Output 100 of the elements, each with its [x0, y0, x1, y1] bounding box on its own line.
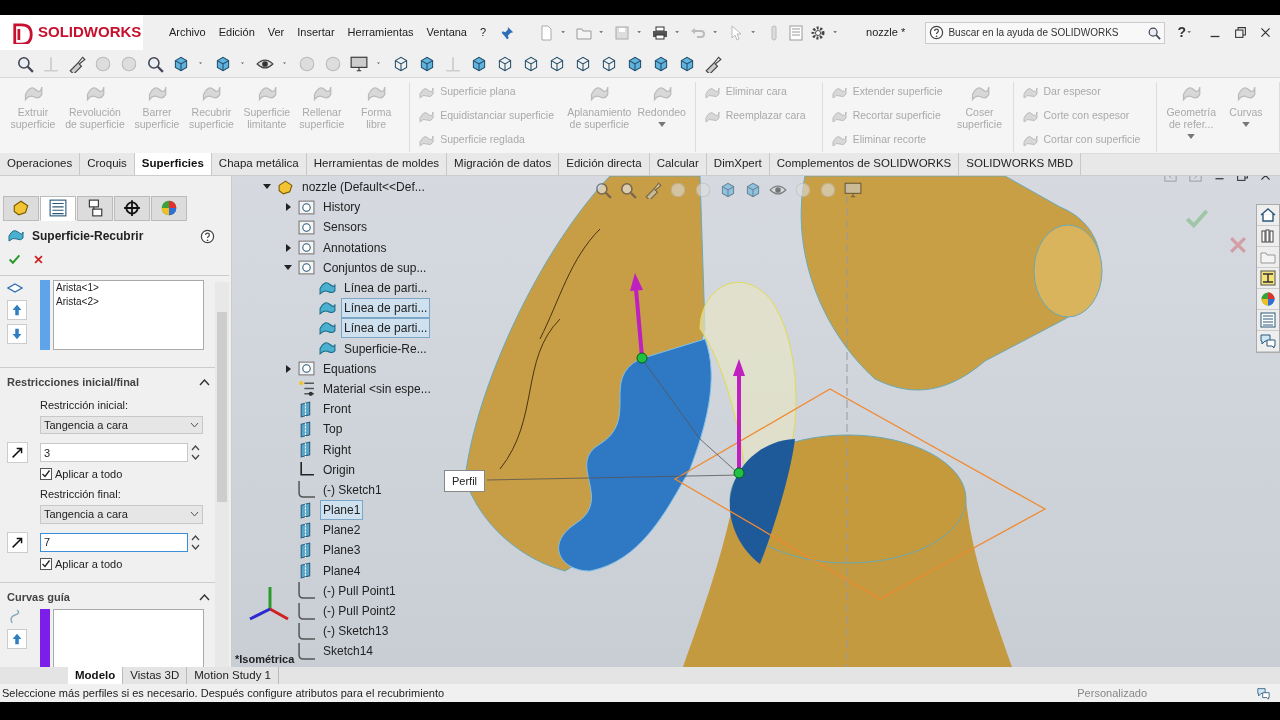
- apply-all-checkbox[interactable]: Aplicar a todo: [40, 466, 231, 483]
- tangent-length-field[interactable]: 3: [40, 443, 188, 463]
- zoom-to-fit-icon[interactable]: [594, 181, 612, 199]
- direction-button[interactable]: [7, 442, 28, 464]
- wireframe-cube-icon[interactable]: [392, 54, 410, 73]
- expand-arrow-icon[interactable]: [283, 203, 293, 212]
- collapse-chevron-icon[interactable]: [199, 379, 210, 387]
- tree-item[interactable]: Material <sin espe...: [320, 378, 434, 399]
- tree-item[interactable]: Plane4: [320, 560, 364, 581]
- task-pane-tab[interactable]: [1257, 331, 1279, 352]
- tree-item[interactable]: Front: [320, 399, 354, 420]
- command-tab[interactable]: Complementos de SOLIDWORKS: [769, 153, 960, 175]
- isometric-view-icon[interactable]: [626, 54, 644, 73]
- tree-item[interactable]: Línea de parti...: [341, 318, 431, 339]
- command-tab[interactable]: DimXpert: [706, 153, 770, 175]
- dimxpert-manager-tab[interactable]: [114, 195, 150, 221]
- tree-item[interactable]: (-) Sketch13: [320, 621, 392, 642]
- zoom-icon[interactable]: [146, 54, 164, 73]
- menu-item[interactable]: ?: [474, 20, 493, 45]
- scrollbar[interactable]: [215, 282, 229, 667]
- menu-item[interactable]: Insertar: [291, 20, 341, 45]
- notification-icon[interactable]: [1257, 686, 1270, 700]
- command-tab[interactable]: Edición directa: [559, 153, 650, 175]
- command-tab[interactable]: Operaciones: [0, 153, 81, 175]
- command-tab[interactable]: Migración de datos: [447, 153, 560, 175]
- expand-arrow-icon[interactable]: [283, 263, 293, 272]
- back-view-icon[interactable]: [496, 54, 514, 73]
- tree-item[interactable]: Línea de parti...: [341, 298, 431, 319]
- settings-icon[interactable]: [810, 24, 827, 41]
- command-tab[interactable]: Herramientas de moldes: [306, 153, 448, 175]
- tree-item[interactable]: Equations: [320, 358, 380, 379]
- command-tab[interactable]: Superficies: [134, 153, 212, 175]
- tree-item[interactable]: History: [320, 197, 364, 218]
- command-tab[interactable]: SOLIDWORKS MBD: [959, 153, 1081, 175]
- help-icon[interactable]: [200, 228, 215, 244]
- move-down-button[interactable]: [7, 323, 27, 344]
- command-tab[interactable]: Croquis: [80, 153, 135, 175]
- task-pane-tab[interactable]: [1257, 226, 1279, 247]
- pin-icon[interactable]: [500, 25, 515, 40]
- tree-item[interactable]: nozzle (Default<<Def...: [299, 177, 428, 198]
- help-button[interactable]: ?: [1177, 22, 1186, 43]
- checkbox[interactable]: [40, 468, 52, 481]
- shaded-cube-icon[interactable]: [418, 54, 436, 73]
- close-icon[interactable]: [1259, 26, 1272, 39]
- display-manager-tab[interactable]: [151, 195, 187, 221]
- spinner-icon[interactable]: [191, 534, 200, 550]
- command-tab[interactable]: Chapa metálica: [211, 153, 307, 175]
- tree-item[interactable]: Sensors: [320, 217, 371, 238]
- tree-item[interactable]: Origin: [320, 459, 358, 480]
- direction-button[interactable]: [7, 531, 28, 553]
- checkbox[interactable]: [40, 557, 52, 570]
- bottom-view-icon[interactable]: [600, 54, 618, 73]
- constraint-dropdown[interactable]: Tangencia a cara: [40, 415, 203, 435]
- search-field[interactable]: Buscar en la ayuda de SOLIDWORKS: [925, 21, 1166, 44]
- menu-item[interactable]: Ventana: [420, 20, 473, 45]
- move-up-button[interactable]: [7, 299, 27, 320]
- tree-item[interactable]: Sketch14: [320, 641, 377, 662]
- move-up-button[interactable]: [7, 629, 27, 650]
- cancel-icon[interactable]: [33, 254, 44, 266]
- expand-arrow-icon[interactable]: [283, 243, 293, 252]
- apply-all-checkbox[interactable]: Aplicar a todo: [40, 555, 231, 572]
- right-view-icon[interactable]: [548, 54, 566, 73]
- constraint-dropdown[interactable]: Tangencia a cara: [40, 505, 203, 524]
- tree-item[interactable]: (-) Pull Point2: [320, 601, 399, 622]
- tangent-length-field[interactable]: 7: [40, 532, 188, 552]
- tree-item[interactable]: (-) Sketch1: [320, 479, 385, 500]
- top-view-icon[interactable]: [574, 54, 592, 73]
- profiles-list[interactable]: Arista<1> Arista<2>: [53, 279, 204, 350]
- expand-arrow-icon[interactable]: [283, 364, 293, 373]
- tree-item[interactable]: Línea de parti...: [341, 278, 431, 299]
- view-settings-icon[interactable]: [350, 54, 368, 73]
- tree-item[interactable]: Plane1: [320, 500, 364, 521]
- ok-icon[interactable]: [8, 253, 21, 267]
- view-orientation-icon[interactable]: [172, 54, 190, 73]
- task-pane-tab[interactable]: [1257, 205, 1279, 226]
- display-style-icon[interactable]: [214, 54, 232, 73]
- tree-item[interactable]: Right: [320, 439, 354, 460]
- tree-item[interactable]: (-) Pull Point1: [320, 580, 399, 601]
- guide-curves-list[interactable]: [53, 609, 204, 667]
- graphics-area[interactable]: [232, 176, 1280, 667]
- list-item[interactable]: Arista<1>: [56, 280, 203, 295]
- dimetric-view-icon[interactable]: [678, 54, 696, 73]
- left-view-icon[interactable]: [522, 54, 540, 73]
- configuration-manager-tab[interactable]: [77, 195, 113, 221]
- menu-item[interactable]: Herramientas: [341, 20, 420, 45]
- task-pane-tab[interactable]: [1257, 268, 1279, 289]
- collapse-chevron-icon[interactable]: [199, 594, 210, 602]
- menu-item[interactable]: Edición: [212, 20, 261, 45]
- trimetric-view-icon[interactable]: [652, 54, 670, 73]
- tree-item[interactable]: Annotations: [320, 237, 390, 258]
- menu-item[interactable]: Ver: [261, 20, 291, 45]
- feature-manager-tab[interactable]: [3, 195, 39, 221]
- restore-icon[interactable]: [1234, 26, 1247, 39]
- tree-item[interactable]: Conjuntos de sup...: [320, 257, 430, 278]
- property-manager-tab[interactable]: [40, 195, 76, 221]
- tree-item[interactable]: Top: [320, 419, 346, 440]
- tree-item[interactable]: Plane2: [320, 520, 364, 541]
- tree-item[interactable]: Plane3: [320, 540, 364, 561]
- tree-item[interactable]: Superficie-Re...: [341, 338, 430, 359]
- model-tab[interactable]: Modelo: [68, 667, 124, 684]
